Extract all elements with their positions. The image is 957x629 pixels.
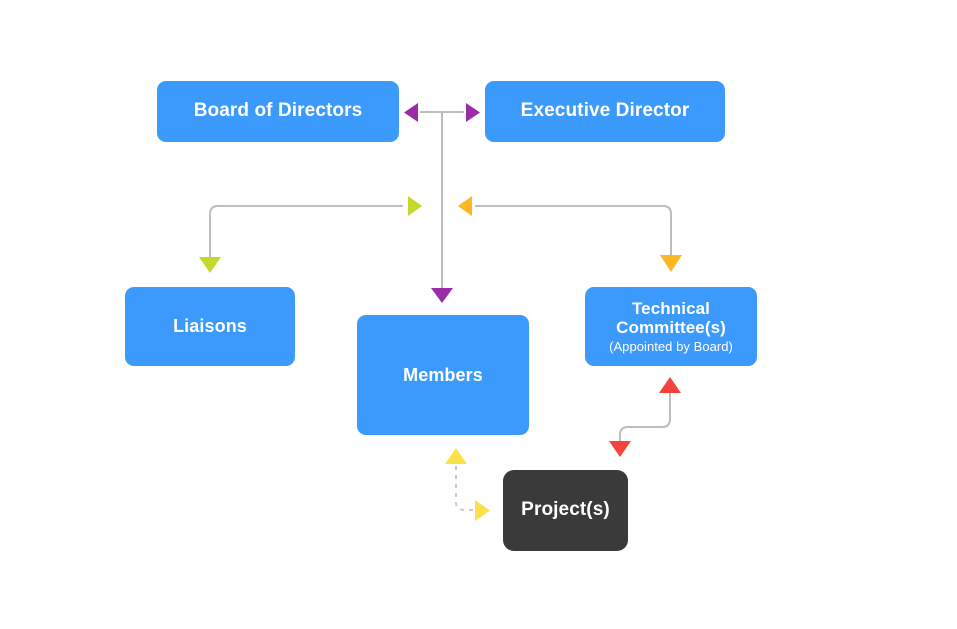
node-liaisons[interactable]: Liaisons [125, 287, 295, 366]
node-technical-committees-subtitle: (Appointed by Board) [609, 339, 733, 355]
node-technical-committees-label: Technical Committee(s) [616, 299, 726, 338]
connector-techcom-projects [609, 377, 681, 457]
node-technical-committees-label-line1: Technical [631, 298, 711, 318]
connector-projects-members [445, 448, 490, 521]
node-technical-committees[interactable]: Technical Committee(s) (Appointed by Boa… [585, 287, 757, 366]
connector-trunk-to-liaisons [199, 196, 422, 273]
node-members-label: Members [403, 364, 483, 385]
node-projects-label: Project(s) [521, 499, 610, 521]
diagram-canvas: Board of Directors Executive Director Li… [0, 0, 957, 629]
node-projects[interactable]: Project(s) [503, 470, 628, 551]
connector-board-exec [404, 103, 480, 122]
node-technical-committees-label-line2: Committee(s) [616, 318, 726, 338]
node-executive-director[interactable]: Executive Director [485, 81, 725, 142]
node-members[interactable]: Members [357, 315, 529, 435]
connector-trunk-to-techcom [458, 196, 682, 272]
node-liaisons-label: Liaisons [173, 316, 247, 337]
node-executive-director-label: Executive Director [520, 100, 690, 122]
connector-trunk-to-members [431, 112, 453, 303]
node-board-of-directors[interactable]: Board of Directors [157, 81, 399, 142]
node-board-of-directors-label: Board of Directors [193, 100, 363, 122]
